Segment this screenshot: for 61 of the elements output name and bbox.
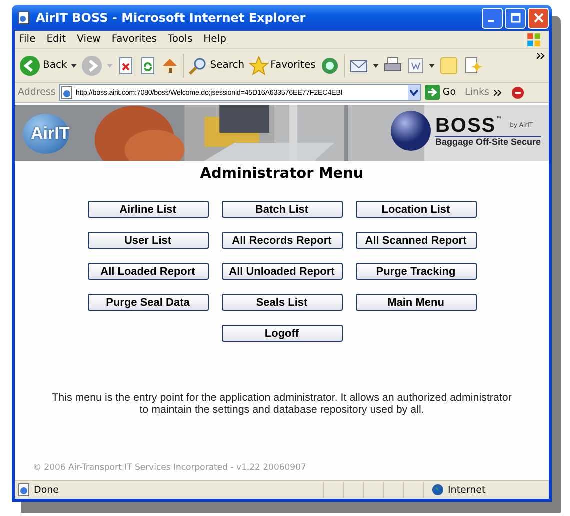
close-icon — [534, 13, 544, 23]
menu-item[interactable]: Edit — [46, 34, 66, 45]
maximize-button[interactable] — [505, 8, 526, 28]
menu-button[interactable]: Logoff — [222, 325, 342, 342]
star-icon — [248, 56, 269, 76]
arrow-icon — [424, 85, 440, 100]
windows-logo-icon — [525, 32, 543, 48]
minimize-button[interactable] — [482, 8, 503, 28]
globe-icon — [391, 111, 432, 151]
dropdown-icon[interactable] — [372, 64, 379, 68]
document-icon[interactable] — [406, 56, 425, 74]
page-icon — [60, 86, 74, 100]
logo-text: AirIT — [31, 124, 70, 144]
copyright-text: © 2006 Air-Transport IT Services Incorporated - v1.22 20060907 — [33, 463, 306, 473]
menu-button[interactable]: User List — [88, 232, 208, 249]
menu-item[interactable]: View — [77, 34, 101, 45]
window-title: AirIT BOSS - Microsoft Internet Explorer — [36, 11, 307, 25]
page-icon — [17, 11, 31, 25]
sparkle-page-icon[interactable] — [462, 56, 483, 76]
menu-button[interactable]: All Records Report — [222, 232, 342, 249]
logo-text: BOSS — [435, 116, 496, 136]
menu-button[interactable]: All Loaded Report — [88, 263, 208, 280]
menu-button[interactable]: All Unloaded Report — [222, 263, 342, 280]
favorites-button[interactable]: Favorites — [248, 56, 316, 76]
globe-icon — [432, 484, 444, 496]
chevron-icon[interactable] — [494, 90, 502, 96]
zone-text: Internet — [423, 482, 486, 498]
links-label[interactable]: Links — [465, 87, 490, 98]
menu-item[interactable]: Favorites — [112, 34, 158, 45]
back-button[interactable]: Back — [19, 54, 68, 76]
close-button[interactable] — [528, 8, 549, 28]
search-icon — [188, 56, 208, 76]
search-button[interactable]: Search — [188, 56, 245, 76]
menu-button[interactable]: Airline List — [88, 201, 208, 218]
home-icon[interactable] — [161, 56, 180, 74]
page-heading: Administrator Menu — [200, 166, 364, 182]
dropdown-icon[interactable] — [408, 85, 420, 100]
menu-button[interactable]: Location List — [356, 201, 476, 218]
chevron-icon[interactable] — [537, 53, 545, 59]
menu-button[interactable]: Batch List — [222, 201, 342, 218]
address-label: Address — [18, 87, 56, 98]
maximize-icon — [510, 13, 520, 23]
description-text: This menu is the entry point for the application administrator. It allows an authorized administrator to maintain the settings and database repository used by all. — [51, 392, 513, 416]
menu-item[interactable]: Tools — [168, 34, 193, 45]
menu-item[interactable]: Help — [204, 34, 226, 45]
menu-item[interactable]: File — [19, 34, 36, 45]
menu-button[interactable]: Seals List — [222, 294, 342, 311]
back-icon — [19, 54, 41, 76]
page-icon — [17, 483, 31, 497]
go-button[interactable]: Go — [424, 85, 458, 100]
dropdown-icon[interactable] — [428, 64, 435, 68]
tagline-text: Baggage Off-Site Secure — [435, 136, 541, 146]
minimize-icon — [488, 20, 494, 22]
status-text: Done — [15, 483, 323, 497]
menu-button[interactable]: Purge Tracking — [356, 263, 476, 280]
stop-icon[interactable] — [117, 56, 136, 74]
dropdown-icon[interactable] — [71, 64, 78, 68]
menu-button[interactable]: All Scanned Report — [356, 232, 476, 249]
menu-button[interactable]: Purge Seal Data — [88, 294, 208, 311]
menu-button[interactable]: Main Menu — [356, 294, 476, 311]
refresh-icon[interactable] — [139, 56, 158, 74]
